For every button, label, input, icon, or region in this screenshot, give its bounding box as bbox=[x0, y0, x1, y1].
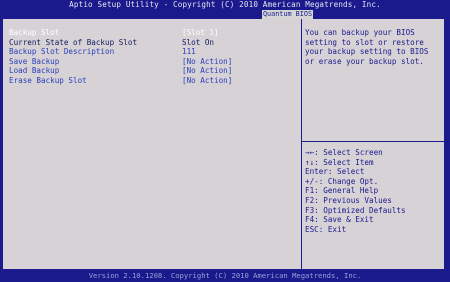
setting-label: Backup Slot Description bbox=[9, 47, 115, 57]
key-select-item: ↑↓: Select Item bbox=[305, 157, 374, 167]
main-panel: Backup Slot [Slot 1] Current State of Ba… bbox=[3, 19, 444, 269]
setting-value[interactable]: 111 bbox=[182, 47, 196, 57]
vertical-divider bbox=[301, 19, 302, 269]
key-save-exit: F4: Save & Exit bbox=[305, 215, 374, 225]
setting-label: Erase Backup Slot bbox=[9, 75, 87, 85]
setting-value[interactable]: [Slot 1] bbox=[182, 28, 219, 38]
tab-bar: Quantum BIOS bbox=[0, 10, 450, 19]
key-general-help: F1: General Help bbox=[305, 186, 379, 196]
setting-value[interactable]: [No Action] bbox=[182, 66, 232, 76]
setting-label: Save Backup bbox=[9, 56, 60, 66]
header-title: Aptio Setup Utility - Copyright (C) 2010… bbox=[69, 0, 381, 9]
help-text: You can backup your BIOS setting to slot… bbox=[305, 28, 429, 66]
key-optimized-defaults: F3: Optimized Defaults bbox=[305, 205, 406, 215]
key-select-screen: →←: Select Screen bbox=[305, 148, 383, 157]
key-enter-select: Enter: Select bbox=[305, 167, 365, 177]
setting-value[interactable]: [No Action] bbox=[182, 57, 232, 67]
key-legend: →←: Select Screen ↑↓: Select Item Enter:… bbox=[305, 148, 406, 234]
setting-label: Load Backup bbox=[9, 66, 60, 76]
key-previous-values: F2: Previous Values bbox=[305, 195, 392, 205]
horizontal-divider bbox=[302, 141, 444, 142]
key-change-opt: +/-: Change Opt. bbox=[305, 176, 379, 186]
footer-version: Version 2.10.1208. Copyright (C) 2010 Am… bbox=[88, 271, 362, 280]
key-esc-exit: ESC: Exit bbox=[305, 224, 347, 234]
setting-value[interactable]: [No Action] bbox=[182, 76, 232, 86]
setting-label: Current State of Backup Slot bbox=[9, 37, 138, 47]
tab-quantum-bios[interactable]: Quantum BIOS bbox=[262, 10, 313, 19]
setting-value: Slot On bbox=[182, 37, 215, 47]
setting-label: Backup Slot bbox=[9, 28, 60, 37]
